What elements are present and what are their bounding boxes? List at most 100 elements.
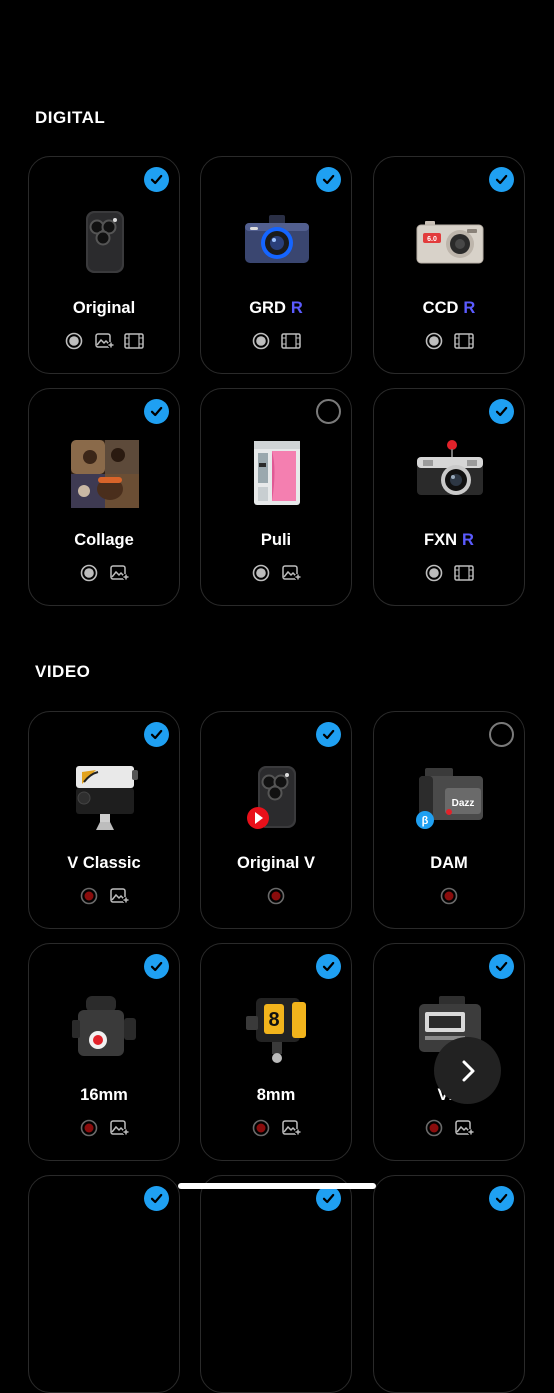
camera-name: GRD R	[201, 299, 351, 318]
photo-import-icon	[281, 1119, 301, 1137]
r-badge: R	[463, 299, 476, 317]
camera-card[interactable]: Original V	[200, 711, 352, 929]
camera-name-label: Puli	[260, 531, 292, 549]
feature-icons	[201, 564, 351, 582]
photo-import-icon	[454, 1119, 474, 1137]
photo-import-icon	[109, 564, 129, 582]
phone-video-icon	[242, 762, 312, 832]
unchecked-checkbox[interactable]	[489, 722, 514, 747]
checked-checkbox[interactable]	[489, 167, 514, 192]
camera-name: DAM	[374, 854, 524, 873]
checkmark-icon	[150, 406, 163, 417]
dazz-camcorder-icon: Dazz β	[415, 762, 485, 832]
shutter-icon	[424, 564, 444, 582]
r-badge: R	[290, 299, 303, 317]
16mm-camera-icon	[70, 994, 140, 1064]
blue-digital-camera-icon	[242, 207, 312, 277]
home-indicator	[178, 1183, 376, 1189]
record-icon	[439, 887, 459, 905]
record-icon	[266, 887, 286, 905]
film-icon	[281, 332, 301, 350]
svg-text:6.0: 6.0	[427, 236, 437, 243]
photo-collage-icon	[70, 439, 140, 509]
next-button[interactable]	[434, 1037, 501, 1104]
film-icon	[454, 332, 474, 350]
camera-card[interactable]	[200, 1175, 352, 1393]
record-icon	[251, 1119, 271, 1137]
feature-icons	[201, 887, 351, 905]
camera-name: Original V	[201, 854, 351, 873]
camera-name: V Classic	[29, 854, 179, 873]
camera-card[interactable]: 16mm	[28, 943, 180, 1161]
photo-import-icon	[94, 332, 114, 350]
record-icon	[424, 1119, 444, 1137]
checkmark-icon	[150, 961, 163, 972]
photo-import-icon	[281, 564, 301, 582]
chevron-right-icon	[462, 1060, 474, 1081]
camera-card[interactable]: 8 8mm	[200, 943, 352, 1161]
film-icon	[124, 332, 144, 350]
feature-icons	[29, 332, 179, 350]
checked-checkbox[interactable]	[489, 399, 514, 424]
shutter-icon	[251, 332, 271, 350]
checkmark-icon	[322, 729, 335, 740]
camera-card[interactable]: GRD R	[200, 156, 352, 374]
feature-icons	[29, 1119, 179, 1137]
section-title: DIGITAL	[35, 108, 106, 127]
camera-card[interactable]: Dazz β DAM	[373, 711, 525, 929]
camera-name-label: V Classic	[67, 854, 141, 872]
checkmark-icon	[495, 174, 508, 185]
checked-checkbox[interactable]	[316, 722, 341, 747]
checked-checkbox[interactable]	[316, 954, 341, 979]
camera-name: Puli	[201, 531, 351, 550]
feature-icons	[374, 332, 524, 350]
unchecked-checkbox[interactable]	[316, 399, 341, 424]
photo-booth-icon	[242, 439, 312, 509]
record-icon	[79, 887, 99, 905]
silver-compact-camera-icon: 6.0	[415, 207, 485, 277]
camera-name: 8mm	[201, 1086, 351, 1105]
r-badge: R	[462, 531, 474, 549]
checked-checkbox[interactable]	[316, 167, 341, 192]
camera-card[interactable]: V Classic	[28, 711, 180, 929]
camera-card[interactable]: Puli	[200, 388, 352, 606]
camera-name-label: DAM	[430, 854, 468, 872]
camera-card[interactable]	[373, 1175, 525, 1393]
checked-checkbox[interactable]	[144, 1186, 169, 1211]
checked-checkbox[interactable]	[489, 954, 514, 979]
8mm-camera-icon: 8	[242, 994, 312, 1064]
checkmark-icon	[322, 174, 335, 185]
feature-icons	[374, 564, 524, 582]
checked-checkbox[interactable]	[144, 167, 169, 192]
shutter-icon	[424, 332, 444, 350]
section-title: VIDEO	[35, 662, 91, 681]
checked-checkbox[interactable]	[144, 722, 169, 747]
camera-name: 16mm	[29, 1086, 179, 1105]
camera-name-label: FXN	[424, 531, 458, 549]
camera-name-label: Collage	[74, 531, 134, 549]
checkmark-icon	[322, 961, 335, 972]
camera-name-label: CCD	[422, 299, 459, 317]
shutter-icon	[251, 564, 271, 582]
rangefinder-camera-icon	[415, 439, 485, 509]
checked-checkbox[interactable]	[144, 399, 169, 424]
camera-card[interactable]	[28, 1175, 180, 1393]
camera-card[interactable]: Collage	[28, 388, 180, 606]
shutter-icon	[79, 564, 99, 582]
photo-import-icon	[109, 1119, 129, 1137]
record-icon	[79, 1119, 99, 1137]
feature-icons	[201, 332, 351, 350]
shutter-icon	[64, 332, 84, 350]
camera-card[interactable]: FXN R	[373, 388, 525, 606]
camera-name: Collage	[29, 531, 179, 550]
photo-import-icon	[109, 887, 129, 905]
checked-checkbox[interactable]	[316, 1186, 341, 1211]
feature-icons	[29, 564, 179, 582]
checkmark-icon	[150, 174, 163, 185]
checked-checkbox[interactable]	[489, 1186, 514, 1211]
camera-card[interactable]: 6.0 CCD R	[373, 156, 525, 374]
camera-card[interactable]: Original	[28, 156, 180, 374]
checked-checkbox[interactable]	[144, 954, 169, 979]
camera-name: CCD R	[374, 299, 524, 318]
camera-name: Original	[29, 299, 179, 318]
